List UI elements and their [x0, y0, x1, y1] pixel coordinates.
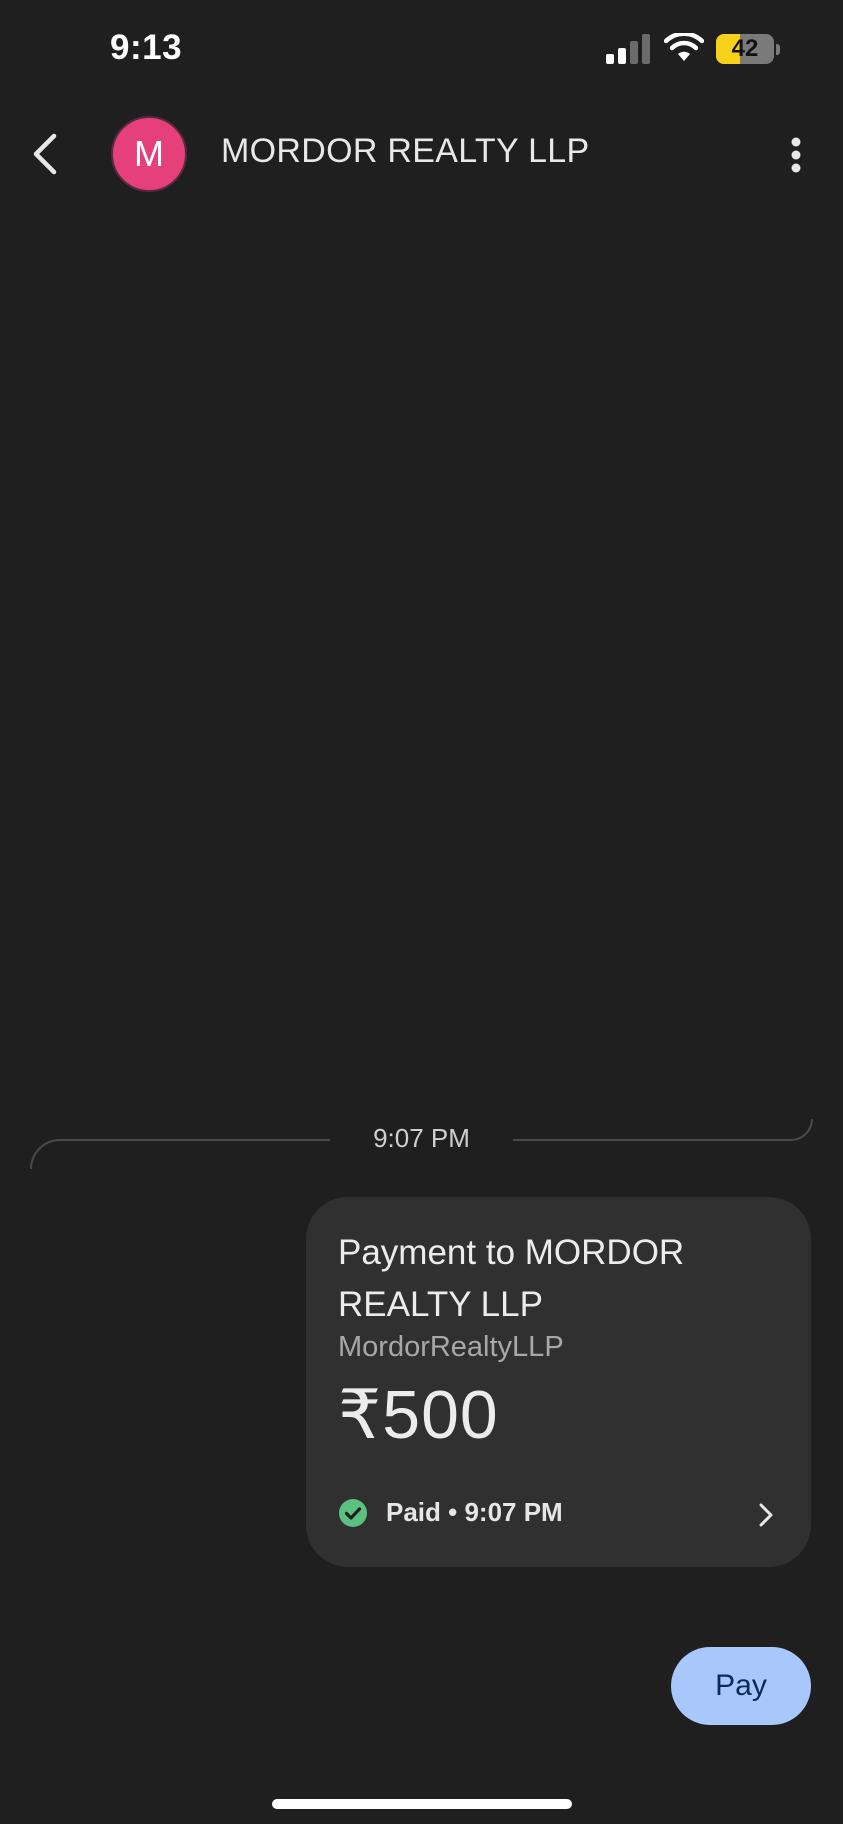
- divider-line: [30, 1139, 330, 1169]
- check-circle-icon: [339, 1498, 367, 1527]
- payment-amount: ₹500: [338, 1377, 499, 1453]
- payee-upi-name: MordorRealtyLLP: [338, 1331, 564, 1363]
- cellular-signal-icon: [606, 34, 650, 64]
- conversation-header: M MORDOR REALTY LLP: [0, 100, 843, 212]
- battery-cap: [776, 44, 780, 55]
- home-indicator[interactable]: [272, 1799, 572, 1809]
- more-options-button[interactable]: [776, 130, 816, 180]
- status-time: 9:13: [110, 28, 183, 67]
- divider-line: [513, 1119, 813, 1141]
- payment-title: Payment to MORDOR REALTY LLP: [338, 1233, 685, 1324]
- avatar[interactable]: M: [111, 116, 187, 192]
- chevron-right-icon[interactable]: [757, 1503, 775, 1527]
- payment-status: Paid • 9:07 PM: [338, 1497, 563, 1528]
- payment-card[interactable]: Payment to MORDOR REALTY LLP MordorRealt…: [306, 1197, 811, 1567]
- battery-level: 42: [731, 35, 759, 62]
- chevron-left-icon: [33, 133, 57, 175]
- wifi-icon: [664, 33, 704, 61]
- battery-icon: 42: [716, 34, 774, 64]
- pay-button[interactable]: Pay: [671, 1647, 811, 1725]
- status-bar: 9:13 42: [0, 0, 843, 100]
- timestamp-divider: 9:07 PM: [30, 1105, 813, 1169]
- contact-name[interactable]: MORDOR REALTY LLP: [221, 132, 590, 171]
- back-button[interactable]: [20, 126, 70, 182]
- divider-timestamp: 9:07 PM: [373, 1123, 470, 1153]
- more-vertical-icon: [791, 137, 801, 173]
- payment-status-text: Paid • 9:07 PM: [386, 1497, 563, 1527]
